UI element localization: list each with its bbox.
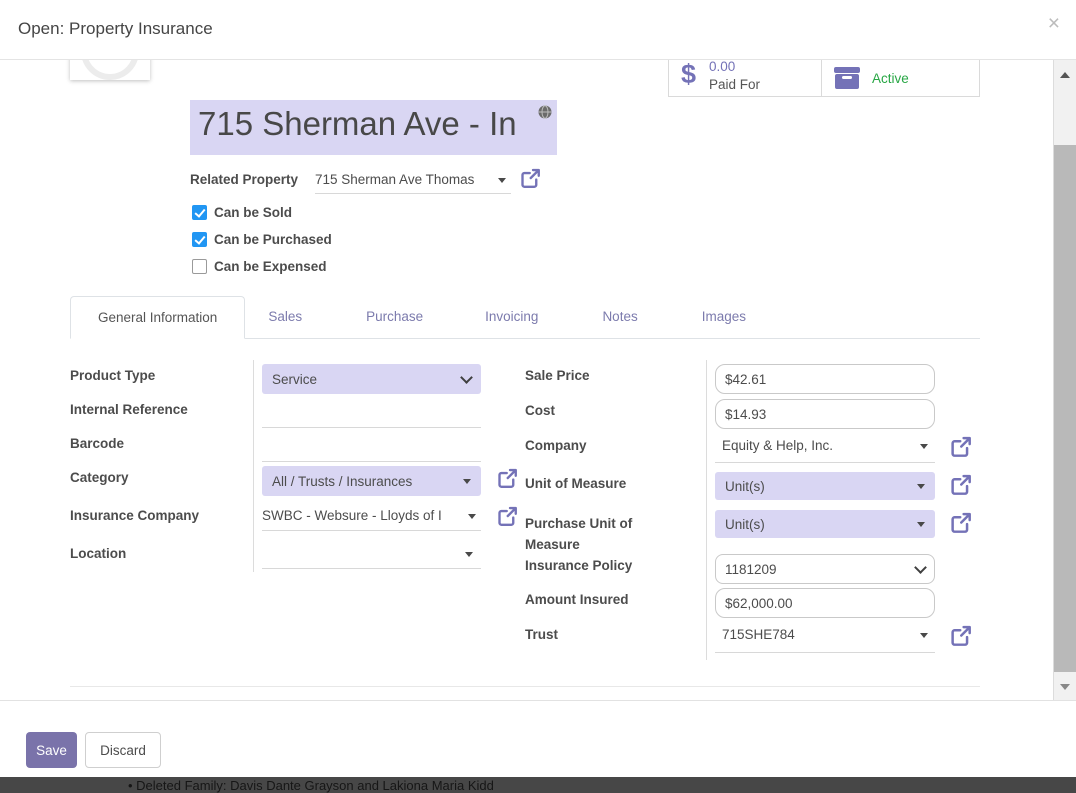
can-be-expensed-checkbox[interactable]: Can be Expensed: [192, 259, 327, 274]
sale-price-label: Sale Price: [525, 368, 590, 383]
scrollbar-thumb[interactable]: [1054, 145, 1076, 672]
unit-of-measure-external-link-icon[interactable]: [950, 474, 971, 495]
product-image[interactable]: [70, 60, 150, 80]
property-insurance-dialog: Open: Property Insurance × $ 0.00 Paid F…: [0, 0, 1076, 793]
can-be-sold-label: Can be Sold: [214, 205, 293, 220]
caret-down-icon: [463, 478, 471, 484]
product-type-label: Product Type: [70, 368, 156, 383]
paid-for-value: 0.00: [709, 60, 736, 74]
checkbox-icon: [192, 232, 207, 247]
can-be-purchased-checkbox[interactable]: Can be Purchased: [192, 232, 332, 247]
trust-value[interactable]: 715SHE784: [722, 627, 795, 642]
can-be-purchased-label: Can be Purchased: [214, 232, 332, 247]
chevron-down-icon: [460, 370, 473, 384]
insurance-company-caret-icon[interactable]: [468, 514, 476, 519]
insurance-company-label: Insurance Company: [70, 508, 200, 523]
caret-down-icon: [917, 521, 925, 527]
location-caret-icon[interactable]: [465, 552, 473, 557]
company-caret-icon[interactable]: [920, 444, 928, 449]
dollar-sign-icon: $: [681, 60, 697, 89]
checkbox-icon: [192, 205, 207, 220]
category-external-link-icon[interactable]: [497, 468, 517, 488]
chevron-down-icon: [914, 560, 927, 574]
discard-button[interactable]: Discard: [85, 732, 161, 768]
caret-down-icon: [917, 483, 925, 489]
active-label: Active: [872, 70, 909, 86]
insurance-policy-label: Insurance Policy: [525, 558, 633, 573]
cost-label: Cost: [525, 403, 555, 418]
can-be-expensed-label: Can be Expensed: [214, 259, 327, 274]
translate-globe-icon[interactable]: [538, 105, 552, 124]
tab-images[interactable]: Images: [679, 295, 769, 338]
internal-reference-label: Internal Reference: [70, 402, 188, 417]
active-stat-button[interactable]: Active: [821, 60, 980, 97]
product-image-placeholder-icon: [81, 60, 139, 80]
purchase-unit-of-measure-select[interactable]: Unit(s): [715, 510, 935, 538]
product-type-value: Service: [272, 371, 318, 387]
background-clipped-text: • Deleted Family: Davis Dante Grayson an…: [128, 778, 494, 793]
purchase-unit-of-measure-label: Purchase Unit of Measure: [525, 516, 633, 552]
company-external-link-icon[interactable]: [950, 436, 971, 457]
trust-external-link-icon[interactable]: [950, 625, 971, 646]
sale-price-input[interactable]: $42.61: [715, 364, 935, 394]
insurance-policy-select[interactable]: 1181209: [715, 554, 935, 584]
close-icon[interactable]: ×: [1048, 13, 1060, 34]
trust-caret-icon[interactable]: [920, 633, 928, 638]
tab-sales[interactable]: Sales: [245, 295, 325, 338]
trust-label: Trust: [525, 627, 559, 642]
amount-insured-input[interactable]: $62,000.00: [715, 588, 935, 618]
modal-footer: Save Discard: [0, 700, 1076, 777]
product-type-select[interactable]: Service: [262, 364, 481, 394]
modal-content: $ 0.00 Paid For Active 715 Sherman Ave -…: [0, 60, 1076, 700]
product-name-text: 715 Sherman Ave - In: [198, 105, 517, 142]
tab-general-information[interactable]: General Information: [70, 296, 246, 339]
cost-input[interactable]: $14.93: [715, 399, 935, 429]
company-value[interactable]: Equity & Help, Inc.: [722, 438, 833, 453]
archive-icon: [834, 67, 860, 89]
paid-for-label: Paid For: [709, 77, 761, 92]
related-property-label: Related Property: [190, 172, 299, 187]
location-input[interactable]: [262, 546, 481, 568]
save-button[interactable]: Save: [26, 732, 77, 768]
background-page-strip: • Deleted Family: Davis Dante Grayson an…: [0, 777, 1076, 793]
insurance-company-external-link-icon[interactable]: [497, 506, 517, 526]
scrollbar-up-arrow-icon[interactable]: [1060, 72, 1070, 78]
purchase-unit-of-measure-value: Unit(s): [725, 516, 765, 532]
tab-notes[interactable]: Notes: [579, 295, 660, 338]
tab-purchase[interactable]: Purchase: [343, 295, 446, 338]
amount-insured-label: Amount Insured: [525, 592, 629, 607]
related-property-value[interactable]: 715 Sherman Ave Thomas: [315, 172, 474, 187]
notebook-tabs: General Information Sales Purchase Invoi…: [70, 296, 980, 339]
related-property-external-link-icon[interactable]: [520, 168, 540, 188]
company-label: Company: [525, 438, 587, 453]
location-label: Location: [70, 546, 127, 561]
category-value: All / Trusts / Insurances: [272, 473, 413, 489]
paid-for-stat-button[interactable]: $ 0.00 Paid For: [668, 60, 822, 97]
scrollbar[interactable]: [1053, 60, 1076, 700]
insurance-company-value[interactable]: SWBC - Websure - Lloyds of I: [262, 508, 468, 523]
tab-invoicing[interactable]: Invoicing: [462, 295, 561, 338]
barcode-input[interactable]: [262, 436, 481, 460]
related-property-caret-icon[interactable]: [498, 178, 506, 183]
unit-of-measure-label: Unit of Measure: [525, 476, 627, 491]
product-name-input[interactable]: 715 Sherman Ave - In: [190, 100, 557, 155]
modal-title: Open: Property Insurance: [18, 19, 213, 38]
scrollbar-down-arrow-icon[interactable]: [1060, 684, 1070, 690]
purchase-unit-of-measure-external-link-icon[interactable]: [950, 512, 971, 533]
category-select[interactable]: All / Trusts / Insurances: [262, 466, 481, 496]
unit-of-measure-value: Unit(s): [725, 478, 765, 494]
unit-of-measure-select[interactable]: Unit(s): [715, 472, 935, 500]
internal-reference-input[interactable]: [262, 402, 481, 426]
can-be-sold-checkbox[interactable]: Can be Sold: [192, 205, 292, 220]
checkbox-icon: [192, 259, 207, 274]
barcode-label: Barcode: [70, 436, 125, 451]
category-label: Category: [70, 470, 129, 485]
modal-header: Open: Property Insurance ×: [0, 0, 1076, 60]
